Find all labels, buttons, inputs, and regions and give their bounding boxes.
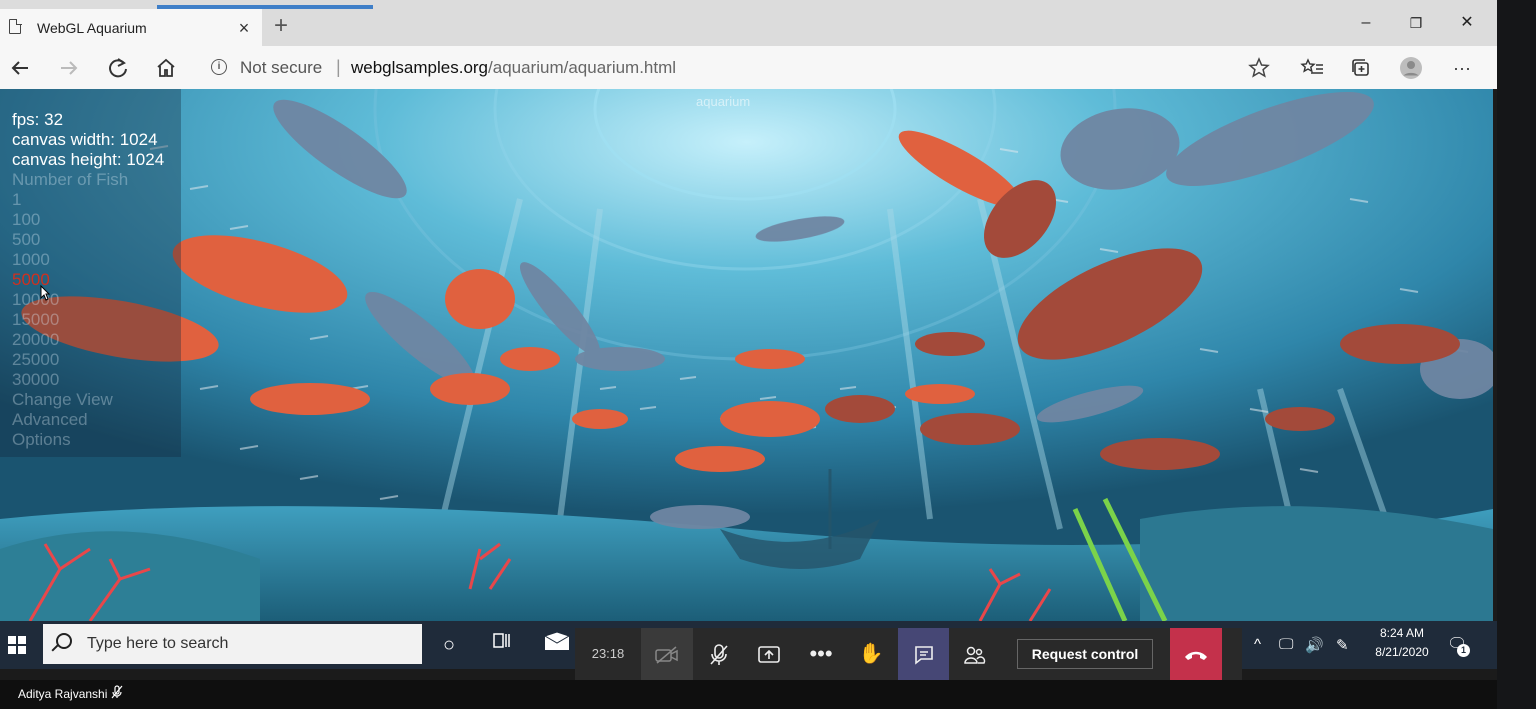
- notification-count-badge: 1: [1457, 644, 1470, 657]
- tab-title: WebGL Aquarium: [37, 20, 147, 36]
- favorite-star-icon[interactable]: [1245, 54, 1273, 82]
- number-of-fish-label: Number of Fish: [12, 170, 129, 189]
- home-icon[interactable]: [152, 54, 180, 82]
- shared-screen: WebGL Aquarium × + – ❐ ✕ i Not secure | …: [0, 0, 1497, 680]
- page-icon: [9, 18, 22, 34]
- right-gutter: [1497, 0, 1536, 709]
- fish-option-1[interactable]: 1: [12, 190, 21, 210]
- meeting-control-bar: 23:18 ••• ✋ Request control: [575, 628, 1242, 680]
- address-bar[interactable]: i Not secure | webglsamples.org/aquarium…: [200, 51, 1282, 84]
- participants-icon[interactable]: [950, 628, 998, 680]
- presenter-strip: Aditya Rajvanshi: [0, 680, 1497, 709]
- back-icon[interactable]: [6, 54, 34, 82]
- task-view-icon[interactable]: [488, 631, 516, 659]
- mail-icon[interactable]: [543, 631, 571, 659]
- maximize-button[interactable]: ❐: [1396, 12, 1436, 34]
- search-placeholder: Type here to search: [87, 635, 229, 652]
- url-path: /aquarium/aquarium.html: [488, 58, 677, 77]
- tab-close-icon[interactable]: ×: [232, 17, 256, 39]
- hang-up-button[interactable]: [1170, 628, 1222, 680]
- meeting-timer: 23:18: [591, 646, 625, 661]
- collections-icon[interactable]: [1347, 54, 1375, 82]
- profile-avatar-icon[interactable]: [1397, 54, 1425, 82]
- mic-muted-icon[interactable]: [695, 628, 743, 680]
- aquarium-scene: [0, 89, 1493, 621]
- url-separator: |: [336, 57, 341, 77]
- minimize-button[interactable]: –: [1346, 12, 1386, 34]
- raise-hand-icon[interactable]: ✋: [847, 628, 895, 680]
- camera-off-icon[interactable]: [641, 628, 693, 680]
- fish-option-100[interactable]: 100: [12, 210, 40, 230]
- share-screen-icon[interactable]: [745, 628, 793, 680]
- cortana-icon[interactable]: ○: [435, 631, 463, 659]
- options-link[interactable]: Options: [12, 430, 71, 450]
- fish-option-20000[interactable]: 20000: [12, 330, 59, 350]
- taskbar-search-box[interactable]: Type here to search: [43, 624, 422, 664]
- network-icon[interactable]: 🖵: [1279, 636, 1293, 653]
- url-host: webglsamples.org: [351, 58, 489, 77]
- request-control-button[interactable]: Request control: [1017, 639, 1153, 669]
- tab-webgl-aquarium[interactable]: WebGL Aquarium ×: [0, 9, 262, 46]
- fish-option-30000[interactable]: 30000: [12, 370, 59, 390]
- clock-date[interactable]: 8/21/2020: [1362, 645, 1442, 659]
- fps-readout: fps: 32: [12, 110, 64, 129]
- refresh-icon[interactable]: [104, 54, 132, 82]
- info-icon[interactable]: i: [211, 59, 227, 75]
- more-actions-icon[interactable]: •••: [797, 628, 845, 680]
- mouse-cursor-icon: [40, 285, 50, 301]
- fish-option-10000[interactable]: 10000: [12, 290, 59, 310]
- volume-icon[interactable]: 🔊: [1305, 636, 1324, 654]
- presenter-mic-muted-icon: [111, 685, 123, 702]
- canvas-width-readout: canvas width: 1024: [12, 130, 158, 149]
- windows-start-icon[interactable]: [8, 636, 26, 654]
- forward-icon[interactable]: [55, 54, 83, 82]
- advanced-link[interactable]: Advanced: [12, 410, 88, 430]
- presenter-name: Aditya Rajvanshi: [18, 687, 108, 701]
- close-window-button[interactable]: ✕: [1447, 12, 1487, 34]
- change-view-link[interactable]: Change View: [12, 390, 113, 410]
- chat-icon[interactable]: [898, 628, 949, 680]
- page-title: aquarium: [696, 94, 751, 109]
- aquarium-canvas[interactable]: [0, 89, 1493, 621]
- fish-option-500[interactable]: 500: [12, 230, 40, 250]
- fish-option-1000[interactable]: 1000: [12, 250, 50, 270]
- pen-icon[interactable]: ✎: [1336, 636, 1349, 654]
- fish-option-15000[interactable]: 15000: [12, 310, 59, 330]
- favorites-icon[interactable]: [1299, 54, 1327, 82]
- security-label: Not secure: [240, 58, 323, 77]
- search-icon: [56, 633, 72, 649]
- tray-chevron-icon[interactable]: ^: [1254, 636, 1261, 653]
- browser-navbar: i Not secure | webglsamples.org/aquarium…: [0, 46, 1497, 89]
- new-tab-button[interactable]: +: [268, 14, 294, 40]
- more-options-icon[interactable]: ···: [1448, 54, 1476, 82]
- browser-tabstrip: WebGL Aquarium × + – ❐ ✕: [0, 0, 1497, 46]
- url-text[interactable]: webglsamples.org/aquarium/aquarium.html: [351, 58, 676, 78]
- clock-time[interactable]: 8:24 AM: [1362, 626, 1442, 640]
- fish-option-25000[interactable]: 25000: [12, 350, 59, 370]
- canvas-height-readout: canvas height: 1024: [12, 150, 165, 169]
